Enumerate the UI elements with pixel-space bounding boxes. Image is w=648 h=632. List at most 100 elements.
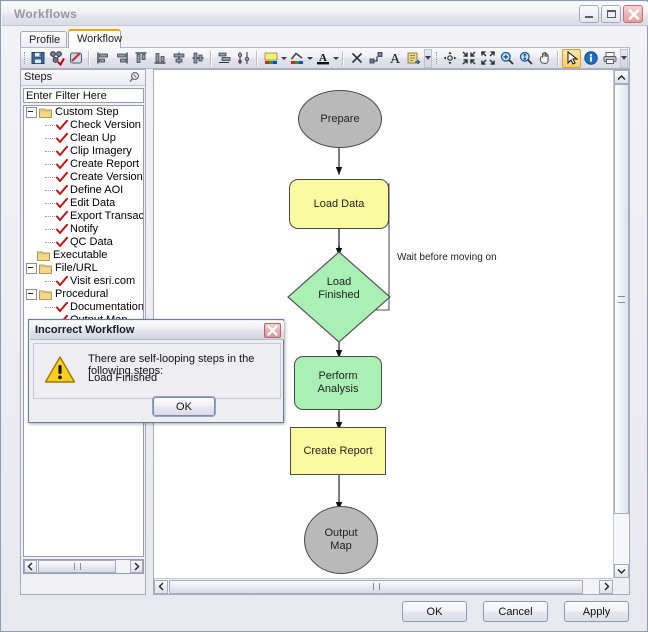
maximize-button[interactable] — [601, 5, 621, 23]
nav-toolbar-overflow-button[interactable] — [620, 48, 628, 68]
text-icon[interactable]: A — [385, 49, 404, 68]
check-icon — [56, 236, 68, 248]
dialog-ok-button[interactable]: OK — [153, 397, 215, 416]
align-middle-icon[interactable] — [188, 49, 207, 68]
tree-step[interactable]: Check Version — [24, 119, 143, 132]
identify-icon[interactable] — [581, 49, 600, 68]
folder-icon — [39, 289, 52, 300]
folder-icon — [39, 107, 52, 118]
find-replace-icon[interactable] — [404, 49, 423, 68]
tree-step[interactable]: Visit esri.com — [24, 275, 143, 288]
tree-step[interactable]: Create Report — [24, 158, 143, 171]
canvas-scroll-left-button[interactable] — [154, 579, 168, 594]
canvas-hscroll-thumb[interactable] — [169, 579, 583, 594]
node-load-data-label: Load Data — [313, 197, 365, 210]
tab-workflow[interactable]: Workflow — [68, 29, 122, 48]
node-load-data[interactable]: Load Data — [289, 179, 389, 229]
align-bottom-icon[interactable] — [150, 49, 169, 68]
distribute-vertical-icon[interactable] — [234, 49, 253, 68]
distribute-horizontal-icon[interactable] — [215, 49, 234, 68]
toolbar-grip-2[interactable] — [435, 50, 439, 66]
save-icon[interactable] — [28, 49, 47, 68]
apply-button[interactable]: Apply — [564, 601, 629, 622]
canvas-hscrollbar[interactable] — [154, 578, 613, 594]
align-left-icon[interactable] — [93, 49, 112, 68]
steps-filter-input[interactable]: Enter Filter Here — [23, 88, 144, 103]
tree-expander[interactable] — [26, 263, 37, 274]
tree-step[interactable]: Clean Up — [24, 132, 143, 145]
zoom-fit-icon[interactable] — [516, 49, 535, 68]
scroll-right-button[interactable] — [130, 560, 143, 573]
node-perform-analysis[interactable]: Perform Analysis — [294, 356, 382, 410]
check-icon — [56, 171, 68, 183]
close-button[interactable] — [623, 5, 643, 23]
check-icon — [56, 119, 68, 131]
toolbar-grip[interactable] — [23, 50, 27, 66]
dialog-title: Incorrect Workflow — [35, 324, 135, 336]
tree-step[interactable]: Create Version — [24, 171, 143, 184]
window-controls — [579, 5, 643, 23]
canvas-vscroll-track[interactable] — [614, 84, 629, 564]
line-color-dropdown[interactable] — [306, 49, 313, 68]
fill-color-dropdown[interactable] — [280, 49, 287, 68]
ok-button[interactable]: OK — [402, 601, 467, 622]
font-color-dropdown[interactable] — [332, 49, 339, 68]
validate-workflow-icon[interactable] — [47, 49, 66, 68]
toolbar-separator — [88, 50, 90, 66]
line-color-icon[interactable] — [287, 49, 306, 68]
canvas-scroll-right-button[interactable] — [599, 579, 613, 594]
tree-step[interactable]: QC Data — [24, 236, 143, 249]
pan-select-icon[interactable] — [440, 49, 459, 68]
check-icon — [56, 197, 68, 209]
select-arrow-icon[interactable] — [562, 48, 581, 68]
align-center-icon[interactable] — [169, 49, 188, 68]
erase-icon[interactable] — [66, 49, 85, 68]
tree-step[interactable]: Edit Data — [24, 197, 143, 210]
scroll-down-button[interactable] — [614, 564, 629, 578]
node-prepare[interactable]: Prepare — [298, 90, 382, 148]
node-create-report[interactable]: Create Report — [290, 427, 386, 475]
align-top-icon[interactable] — [131, 49, 150, 68]
tree-folder[interactable]: Procedural — [24, 288, 143, 301]
minimize-button[interactable] — [579, 5, 599, 23]
connect-steps-icon[interactable] — [366, 49, 385, 68]
tab-profile[interactable]: Profile — [20, 31, 67, 48]
tree-step[interactable]: Define AOI — [24, 184, 143, 197]
tree-step[interactable]: Notify — [24, 223, 143, 236]
zoom-in-icon[interactable] — [497, 49, 516, 68]
steps-panel-title: Steps — [24, 71, 53, 83]
check-icon — [56, 158, 68, 170]
font-color-icon[interactable]: A — [313, 49, 332, 68]
node-output-map[interactable]: Output Map — [304, 506, 378, 574]
canvas-hscroll-track[interactable] — [168, 579, 599, 594]
tree-folder[interactable]: Custom Step — [24, 106, 143, 119]
delete-icon[interactable] — [347, 49, 366, 68]
dialog-close-button[interactable] — [264, 323, 281, 338]
steps-scroll-track[interactable] — [37, 560, 130, 573]
print-icon[interactable] — [600, 49, 619, 68]
align-right-icon[interactable] — [112, 49, 131, 68]
check-icon — [56, 145, 68, 157]
canvas-vscroll-thumb[interactable] — [614, 84, 629, 514]
toolbar-overflow-button[interactable] — [424, 48, 432, 68]
steps-scroll-thumb[interactable] — [38, 560, 116, 573]
tree-expander[interactable] — [26, 289, 37, 300]
pan-hand-icon[interactable] — [535, 49, 554, 68]
tree-folder[interactable]: File/URL — [24, 262, 143, 275]
cancel-button[interactable]: Cancel — [483, 601, 548, 622]
tree-connector — [45, 228, 55, 231]
tree-step[interactable]: Export Transaction — [24, 210, 143, 223]
tree-expander[interactable] — [26, 107, 37, 118]
fill-color-icon[interactable] — [261, 49, 280, 68]
steps-tree-hscrollbar[interactable] — [23, 559, 144, 574]
tree-step[interactable]: Clip Imagery — [24, 145, 143, 158]
tree-step[interactable]: Documentation — [24, 301, 143, 314]
scroll-up-button[interactable] — [614, 70, 629, 84]
canvas-vscrollbar[interactable] — [613, 70, 629, 578]
zoom-out-fit-icon[interactable] — [478, 49, 497, 68]
zoom-in-fit-icon[interactable] — [459, 49, 478, 68]
cancel-button-label: Cancel — [498, 605, 533, 618]
tree-folder[interactable]: Executable — [24, 249, 143, 262]
scroll-left-button[interactable] — [24, 560, 37, 573]
pin-icon[interactable] — [128, 71, 141, 87]
